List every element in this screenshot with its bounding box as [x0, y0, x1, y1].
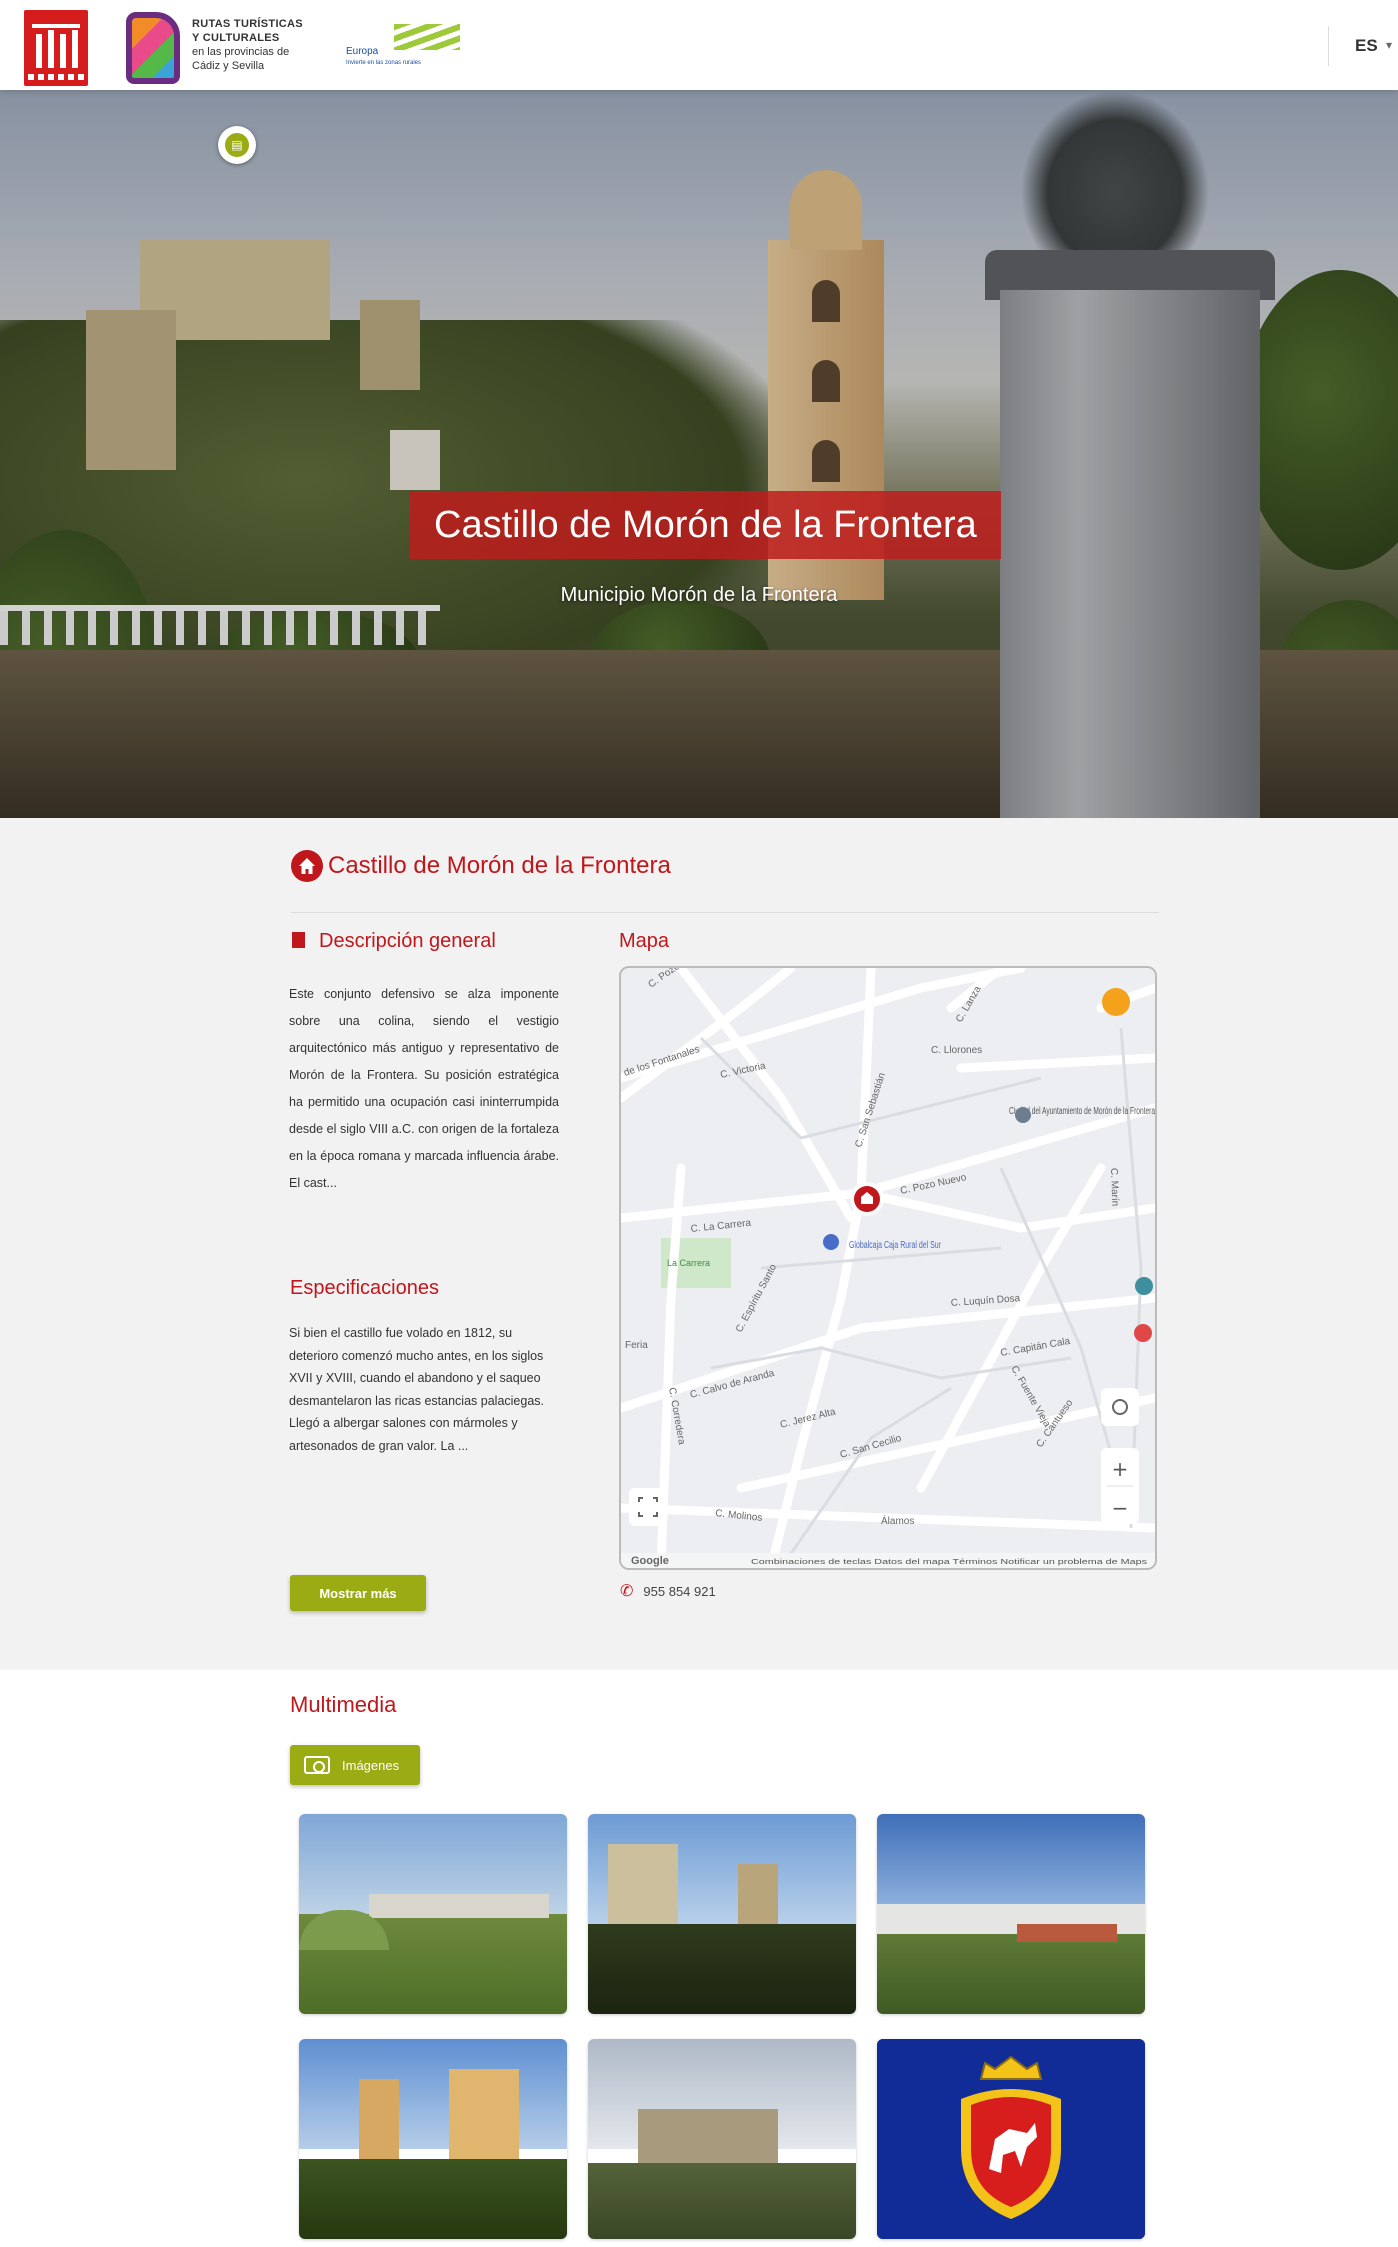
gallery-image[interactable] [877, 1814, 1145, 2014]
gallery-image[interactable] [299, 2039, 567, 2239]
coat-of-arms-icon [877, 2039, 1145, 2239]
rutas-turisticas-logo[interactable]: RUTAS TURÍSTICAS Y CULTURALES en las pro… [126, 10, 326, 86]
gallery-image[interactable] [877, 2039, 1145, 2239]
map-widget[interactable]: C. Pozo de los Fontanales C. Lanza C. Vi… [619, 966, 1157, 1570]
language-selector[interactable]: ES [1355, 36, 1378, 56]
description-text: Este conjunto defensivo se alza imponent… [289, 987, 559, 1190]
info-section: Castillo de Morón de la Frontera Descrip… [0, 818, 1398, 1670]
specs-heading: Especificaciones [290, 1277, 439, 1299]
gallery-image[interactable] [299, 1814, 567, 2014]
logo-text: Cádiz y Sevilla [192, 60, 265, 72]
gallery-image[interactable] [588, 1814, 856, 2014]
logo-text: en las provincias de [192, 46, 290, 58]
street-label: Álamos [881, 1514, 914, 1527]
diputacion-logo[interactable] [24, 10, 88, 86]
header-divider [1328, 26, 1329, 66]
hero-subtitle: Municipio Morón de la Frontera [560, 584, 838, 606]
poi-label: La Carrera [667, 1258, 710, 1268]
hero-title: Castillo de Morón de la Frontera [410, 491, 1001, 559]
pegman-icon[interactable] [1102, 988, 1130, 1016]
zoom-out-button[interactable]: − [1112, 1496, 1129, 1520]
poi-icon[interactable] [1135, 1277, 1153, 1295]
description-heading: Descripción general [292, 930, 496, 953]
chevron-down-icon[interactable]: ▾ [1386, 38, 1392, 52]
site-header: RUTAS TURÍSTICAS Y CULTURALES en las pro… [0, 0, 1398, 90]
gallery-image[interactable] [588, 2039, 856, 2239]
phone-number: 955 854 921 [643, 1584, 716, 1599]
show-more-button[interactable]: Mostrar más [290, 1575, 426, 1611]
specs-text: Si bien el castillo fue volado en 1812, … [289, 1326, 544, 1453]
google-logo: Google [631, 1555, 669, 1567]
location-pin-icon[interactable] [850, 1182, 884, 1216]
logo-text: Europa [346, 46, 379, 57]
document-icon [292, 932, 305, 948]
heading-label: Descripción general [319, 930, 496, 952]
poi-label: Globalcaja Caja Rural del Sur [849, 1240, 941, 1251]
logo-text: RUTAS TURÍSTICAS [192, 18, 303, 30]
map-footer-links[interactable]: Combinaciones de teclas Datos del mapa T… [751, 1559, 1148, 1566]
zoom-controls[interactable]: + − [1101, 1448, 1139, 1524]
multimedia-heading: Multimedia [290, 1692, 397, 1717]
landmark-icon[interactable] [1015, 1107, 1031, 1123]
eu-feader-logo[interactable]: Europa Invierte en las zonas rurales [344, 22, 464, 72]
phone-contact[interactable]: ✆ 955 854 921 [620, 1581, 716, 1601]
fullscreen-button[interactable] [629, 1488, 667, 1526]
book-icon[interactable]: ▤ [218, 126, 256, 164]
phone-icon: ✆ [620, 1583, 634, 1600]
logo-text: Invierte en las zonas rurales [346, 60, 422, 66]
section-title: Castillo de Morón de la Frontera [328, 852, 671, 879]
camera-icon [304, 1756, 330, 1774]
street-label: Feria [625, 1340, 648, 1351]
hero-banner: ▤ Castillo de Morón de la Frontera Munic… [0, 90, 1398, 818]
recenter-button[interactable] [1101, 1388, 1139, 1426]
zoom-in-button[interactable]: + [1112, 1457, 1129, 1481]
hospital-icon[interactable] [1134, 1324, 1152, 1342]
bank-icon[interactable] [823, 1234, 839, 1250]
divider [291, 912, 1159, 913]
button-label: Imágenes [342, 1757, 400, 1773]
street-label: C. Marín [1108, 1168, 1120, 1207]
street-label: C. Llorones [931, 1045, 982, 1056]
home-icon [291, 850, 323, 882]
logo-text: Y CULTURALES [192, 32, 280, 44]
images-tab-button[interactable]: Imágenes [290, 1745, 420, 1785]
map-heading: Mapa [619, 930, 670, 952]
